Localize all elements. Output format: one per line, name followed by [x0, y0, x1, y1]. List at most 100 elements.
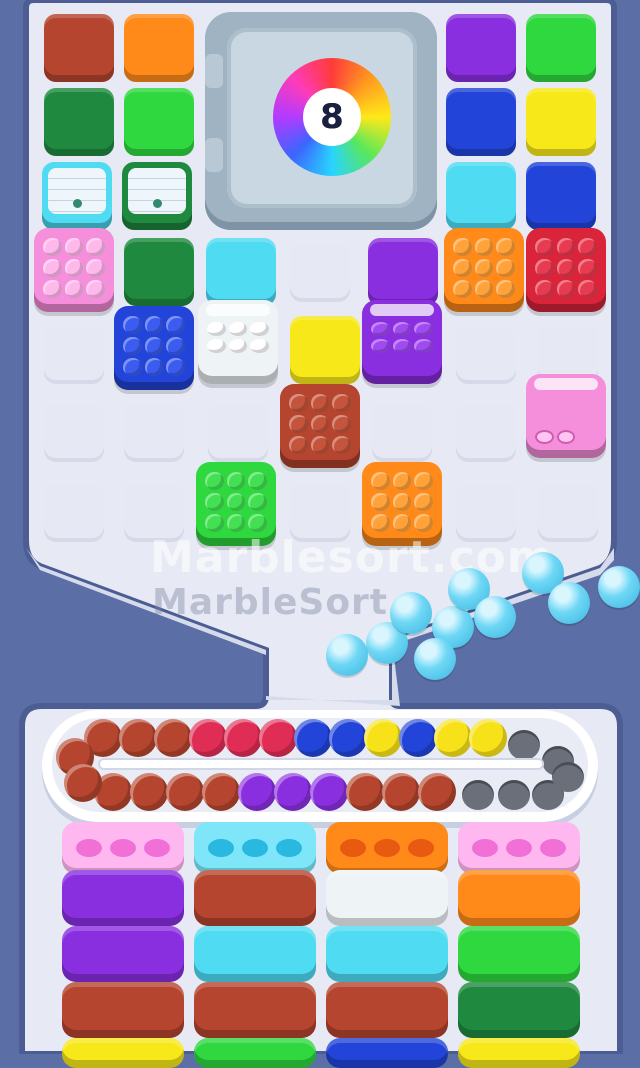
tray-marble	[414, 493, 433, 511]
lid-hole	[153, 199, 162, 208]
board-tile-darkgreen[interactable]	[124, 238, 194, 306]
marble-tray-pink[interactable]	[34, 228, 114, 312]
belt-marble-blue	[399, 719, 437, 757]
empty-belt-slot	[552, 762, 584, 792]
tray-marble	[289, 394, 308, 412]
vault-safe[interactable]: 8	[205, 12, 437, 230]
tray-marble	[474, 280, 494, 298]
marble-tray-white[interactable]	[198, 300, 278, 384]
tray-marble	[289, 436, 308, 454]
queued-box-cyan	[194, 926, 316, 982]
tray-marble	[556, 280, 576, 298]
board-tile-cyan[interactable]	[446, 162, 516, 230]
box-slot	[374, 839, 400, 857]
box-slot	[408, 839, 434, 857]
queued-box-green	[458, 926, 580, 982]
box-slot	[506, 839, 532, 857]
tray-marble	[166, 337, 185, 355]
belt-marble-red	[224, 719, 262, 757]
board-tile-darkgreen[interactable]	[44, 88, 114, 156]
tray-marble	[474, 259, 494, 277]
empty-belt-slot	[462, 780, 494, 810]
tray-marble	[123, 358, 142, 376]
rainbow-dial-icon: 8	[273, 58, 391, 176]
collection-box-orange[interactable]	[326, 822, 448, 874]
box-slot	[242, 839, 268, 857]
tray-marble	[248, 493, 267, 511]
marble-tray-brown[interactable]	[280, 384, 360, 468]
board-tile-blue[interactable]	[526, 162, 596, 230]
box-slot	[472, 839, 498, 857]
tray-marble	[207, 322, 226, 336]
queued-box-cyan	[326, 926, 448, 982]
tray-marble	[207, 339, 226, 353]
board-tile-yellow[interactable]	[290, 316, 360, 384]
board-tile-purple[interactable]	[446, 14, 516, 82]
board-tile-cyan[interactable]	[42, 162, 112, 230]
loose-marble	[390, 592, 432, 634]
vault-door: 8	[227, 28, 417, 208]
tray-lid	[534, 378, 598, 390]
tray-marble	[64, 280, 84, 298]
queued-box-brown	[62, 982, 184, 1038]
tray-marble	[392, 322, 412, 336]
tray-lid	[206, 304, 270, 316]
board-tile-cyan[interactable]	[206, 238, 276, 306]
tray-marble	[535, 430, 554, 444]
vault-hinge	[205, 54, 223, 88]
tray-marble	[248, 472, 267, 490]
queued-box-brown	[326, 982, 448, 1038]
tray-marble	[43, 280, 62, 298]
tray-marble	[556, 238, 576, 256]
marble-tray-orange[interactable]	[444, 228, 524, 312]
belt-marble-brown	[130, 773, 168, 811]
board-tile-brown[interactable]	[44, 14, 114, 82]
loose-marble	[414, 638, 456, 680]
empty-tile	[208, 404, 268, 462]
tray-marble	[248, 514, 267, 532]
tray-marble	[228, 339, 248, 353]
belt-marble-yellow	[364, 719, 402, 757]
collection-box-pink[interactable]	[458, 822, 580, 874]
board-tile-yellow[interactable]	[526, 88, 596, 156]
collection-box-cyan[interactable]	[194, 822, 316, 874]
queued-box-green	[194, 1038, 316, 1068]
tray-marble	[535, 280, 554, 298]
tray-marble	[205, 472, 224, 490]
board-tile-orange[interactable]	[124, 14, 194, 82]
tray-marble	[414, 472, 433, 490]
marble-tray-purple[interactable]	[362, 300, 442, 384]
tray-marble	[414, 339, 433, 353]
tray-marble	[392, 472, 412, 490]
tray-marble	[556, 259, 576, 277]
tray-marble	[392, 493, 412, 511]
tray-marble	[205, 493, 224, 511]
tray-marble	[414, 322, 433, 336]
tray-marble	[392, 514, 412, 532]
marble-tray-blue[interactable]	[114, 306, 194, 390]
tray-marble	[371, 339, 390, 353]
marble-tray-red[interactable]	[526, 228, 606, 312]
marble-tray-pink[interactable]	[526, 374, 606, 458]
tray-marble	[535, 259, 554, 277]
box-slot	[144, 839, 170, 857]
belt-marble-purple	[310, 773, 348, 811]
board-tile-green[interactable]	[526, 14, 596, 82]
empty-belt-slot	[508, 730, 540, 760]
board-tile-purple[interactable]	[368, 238, 438, 306]
board-tile-blue[interactable]	[446, 88, 516, 156]
belt-marble-yellow	[434, 719, 472, 757]
belt-marble-blue	[294, 719, 332, 757]
tray-marble	[310, 394, 330, 412]
tray-marble	[578, 238, 597, 256]
tray-marble	[250, 339, 269, 353]
tray-marble	[226, 472, 246, 490]
board-tile-darkgreen[interactable]	[122, 162, 192, 230]
box-slot	[276, 839, 302, 857]
collection-box-pink[interactable]	[62, 822, 184, 874]
tray-marble	[86, 280, 105, 298]
board-tile-green[interactable]	[124, 88, 194, 156]
tray-marble	[371, 322, 390, 336]
watermark-text: Marblesort.com	[150, 532, 554, 583]
empty-tile	[290, 244, 350, 302]
